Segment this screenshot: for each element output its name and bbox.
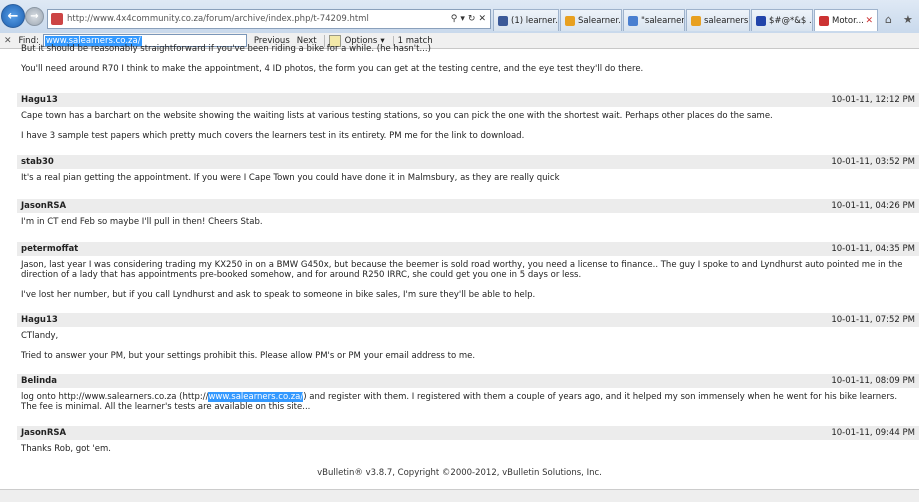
post-author: JasonRSA (21, 201, 67, 211)
browser-tab-active[interactable]: Motor... ✕ (814, 9, 878, 31)
post-body: Thanks Rob, got 'em. (21, 444, 111, 454)
search-icon[interactable]: ⚲ (451, 14, 458, 24)
post-body: Jason, last year I was considering tradi… (21, 260, 903, 300)
post-date: 10-01-11, 07:52 PM (831, 315, 915, 325)
post-body: I'm in CT end Feb so maybe I'll pull in … (21, 217, 263, 227)
stop-icon[interactable]: ✕ (478, 14, 486, 24)
post: Hagu13 10-01-11, 12:12 PM Cape town has a… (17, 93, 919, 141)
post-date: 10-01-11, 04:26 PM (831, 201, 915, 211)
tab-favicon-icon (498, 15, 508, 26)
tab-favicon-icon (819, 15, 829, 26)
post: Hagu13 10-01-11, 07:52 PM CTlandy, Tried … (17, 313, 919, 361)
post-date: 10-01-11, 09:44 PM (831, 428, 915, 438)
browser-tab[interactable]: Salearner... (560, 9, 622, 31)
horizontal-scrollbar[interactable] (0, 489, 919, 502)
address-bar[interactable]: http://www.4x4community.co.za/forum/arch… (47, 9, 491, 29)
refresh-icon[interactable]: ↻ (468, 14, 476, 24)
tab-favicon-icon (756, 15, 766, 26)
back-arrow-icon: ← (7, 8, 19, 24)
home-icon[interactable]: ⌂ (885, 13, 892, 26)
post-date: 10-01-11, 12:12 PM (831, 95, 915, 105)
tab-favicon-icon (565, 15, 575, 26)
browser-tab[interactable]: salearners... (686, 9, 750, 31)
post-date: 10-01-11, 08:09 PM (831, 376, 915, 386)
dropdown-icon[interactable]: ▾ (460, 14, 465, 24)
post-author: Hagu13 (21, 315, 58, 325)
forward-arrow-icon: → (30, 11, 39, 22)
page-footer: vBulletin® v3.8.7, Copyright ©2000-2012,… (317, 468, 602, 478)
post-author: Hagu13 (21, 95, 58, 105)
post: JasonRSA 10-01-11, 09:44 PM Thanks Rob, g… (17, 426, 919, 454)
post-body: But it should be reasonably straightforw… (21, 44, 644, 74)
back-button[interactable]: ← (1, 4, 25, 28)
browser-tab[interactable]: "salearner... (623, 9, 685, 31)
close-icon[interactable]: ✕ (4, 36, 12, 46)
post-author: Belinda (21, 376, 57, 386)
tab-favicon-icon (691, 15, 701, 26)
tab-favicon-icon (628, 15, 638, 26)
post-body: Cape town has a barchart on the website … (21, 111, 773, 141)
forward-button[interactable]: → (25, 7, 44, 26)
post-author: JasonRSA (21, 428, 67, 438)
post-body: log onto http://www.salearners.co.za (ht… (21, 392, 898, 412)
post-author: petermoffat (21, 244, 79, 254)
post: petermoffat 10-01-11, 04:35 PM Jason, las… (17, 242, 919, 300)
site-favicon-icon (51, 13, 63, 25)
post-body: CTlandy, Tried to answer your PM, but yo… (21, 331, 476, 361)
post-body: It's a real pian getting the appointment… (21, 173, 560, 183)
search-highlight: www.salearners.co.za/ (208, 392, 304, 402)
browser-tab[interactable]: $#@*&$ ... (751, 9, 813, 31)
browser-tab[interactable]: (1) learner... (493, 9, 559, 31)
post-date: 10-01-11, 04:35 PM (831, 244, 915, 254)
close-tab-icon[interactable]: ✕ (865, 16, 873, 26)
post-author: stab30 (21, 157, 54, 167)
post: JasonRSA 10-01-11, 04:26 PM I'm in CT end… (17, 199, 919, 227)
browser-toolbar: ← → http://www.4x4community.co.za/forum/… (0, 0, 919, 34)
post: Belinda 10-01-11, 08:09 PM log onto http:… (17, 374, 919, 412)
url-text[interactable]: http://www.4x4community.co.za/forum/arch… (67, 14, 451, 24)
thread-content: But it should be reasonably straightforw… (17, 44, 919, 454)
post: stab30 10-01-11, 03:52 PM It's a real pia… (17, 155, 919, 183)
favorites-icon[interactable]: ★ (903, 13, 913, 26)
post-date: 10-01-11, 03:52 PM (831, 157, 915, 167)
